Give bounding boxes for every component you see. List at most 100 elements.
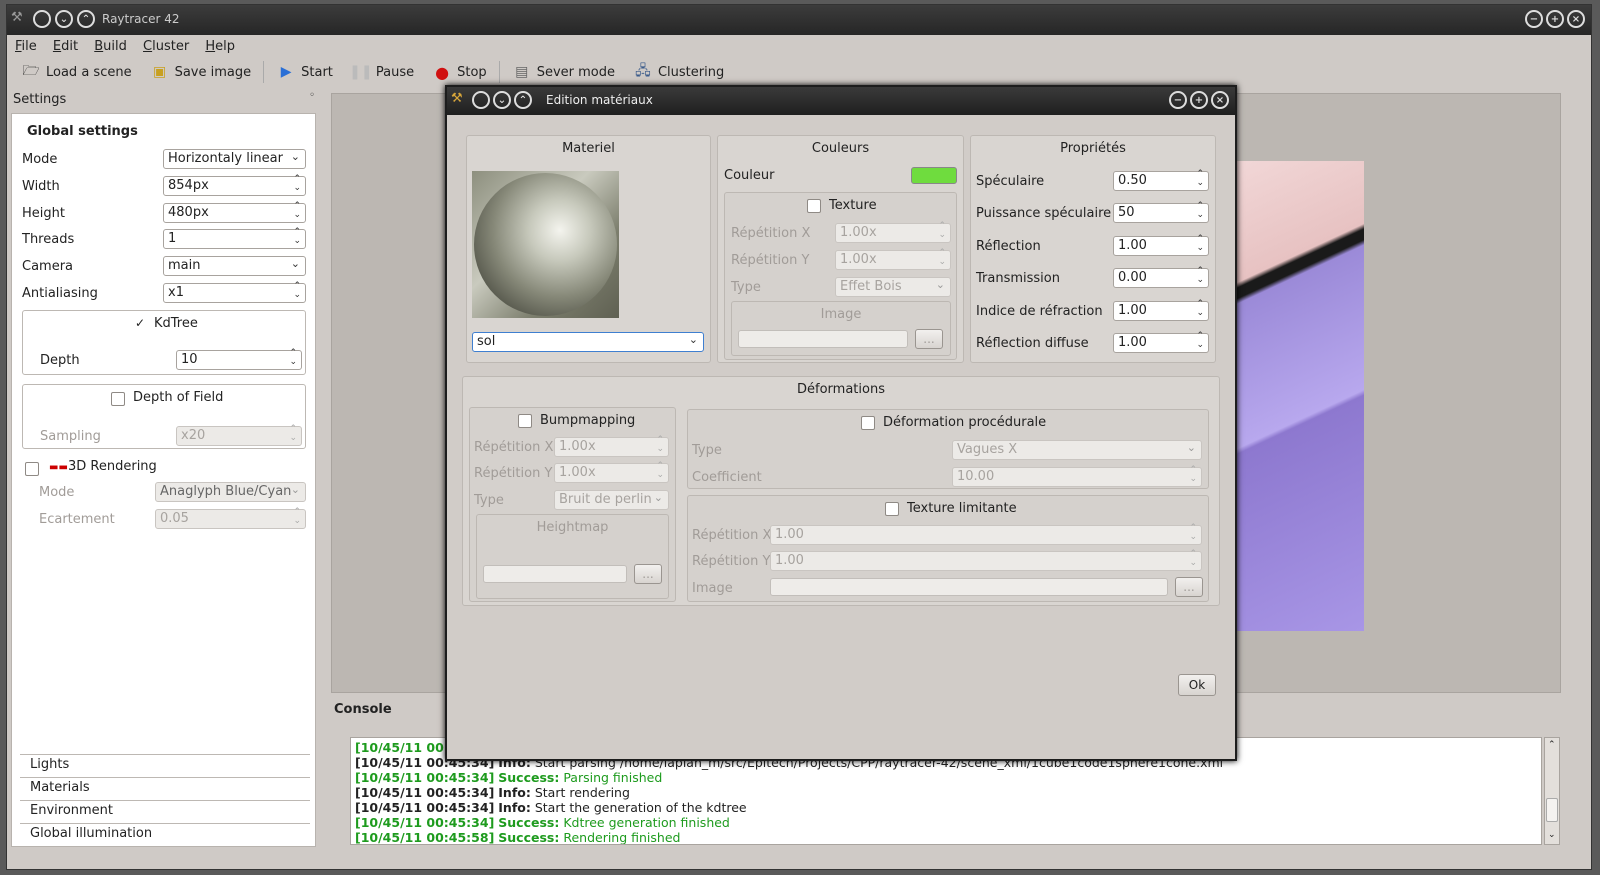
bump-repetition-x-spinbox[interactable]: 1.00x ⌃ ⌄ <box>554 436 669 457</box>
depth-spinbox[interactable]: 10 ⌃ ⌄ <box>176 349 302 370</box>
console-line: [10/45/11 00:45:34] Success: Kdtree gene… <box>355 815 730 830</box>
transmission-label: Transmission <box>976 271 1060 286</box>
texture-group: Texture Répétition X 1.00x ⌃ ⌄ Répétition … <box>724 192 957 360</box>
stop-label: Stop <box>457 64 487 80</box>
load-scene-button[interactable]: 🗁 Load a scene <box>15 63 138 81</box>
mode-select[interactable]: Horizontaly linear ⌄ <box>163 149 306 169</box>
3d-rendering-checkbox[interactable] <box>25 462 39 476</box>
window-menu-button[interactable] <box>33 10 51 28</box>
tab-environment[interactable]: Environment <box>20 800 310 823</box>
indice-refraction-spinbox[interactable]: 1.00 ⌃ ⌄ <box>1113 300 1209 321</box>
tlim-image-path-input[interactable] <box>770 578 1168 596</box>
render-image <box>1222 161 1364 631</box>
speculaire-spinbox[interactable]: 0.50 ⌃ ⌄ <box>1113 170 1209 191</box>
deformation-procedurale-checkbox[interactable] <box>861 416 875 430</box>
tab-global-illumination[interactable]: Global illumination <box>20 823 310 846</box>
pause-button[interactable]: ❚❚ Pause <box>345 63 420 81</box>
material-dialog: ⚒ ⌄ ⌃ Edition matériaux − + × Materiel s… <box>445 85 1237 761</box>
texture-limitante-checkbox[interactable] <box>885 502 899 516</box>
console-line: [10/45/11 00:45:34] Info: Start renderin… <box>355 785 630 800</box>
spin-arrows-icon: ⌃ ⌄ <box>1196 331 1204 350</box>
materiel-group: Materiel sol ⌄ <box>466 135 711 363</box>
clustering-button[interactable]: 🖧 Clustering <box>627 63 730 81</box>
deformation-procedurale-label: Déformation procédurale <box>883 415 1047 430</box>
menu-edit[interactable]: Edit <box>53 39 78 54</box>
camera-select[interactable]: main ⌄ <box>163 256 306 276</box>
texture-limitante-group: Texture limitante Répétition X 1.00 ⌃ ⌄ Ré… <box>687 495 1209 602</box>
coefficient-spinbox[interactable]: 10.00 ⌃ ⌄ <box>952 466 1202 487</box>
ok-button[interactable]: Ok <box>1178 674 1216 696</box>
kdtree-checkbox[interactable]: ✓ <box>133 317 147 331</box>
shade-button[interactable]: ⌃ <box>77 10 95 28</box>
heightmap-path-input[interactable] <box>483 565 627 583</box>
chevron-down-icon: ⌄ <box>290 483 300 496</box>
menu-file[interactable]: File <box>15 39 37 54</box>
tlim-repetition-y-spinbox[interactable]: 1.00 ⌃ ⌄ <box>770 550 1202 571</box>
texture-checkbox[interactable] <box>807 199 821 213</box>
menu-cluster[interactable]: Cluster <box>143 39 189 54</box>
menu-build[interactable]: Build <box>94 39 127 54</box>
minimize-window-button[interactable]: − <box>1169 91 1187 109</box>
browse-image-button[interactable]: ... <box>915 329 943 349</box>
threads-spinbox[interactable]: 1 ⌃ ⌄ <box>163 228 306 249</box>
spin-arrows-icon: ⌃ ⌄ <box>293 281 301 300</box>
indice-refraction-label: Indice de réfraction <box>976 304 1103 319</box>
antialiasing-spinbox[interactable]: x1 ⌃ ⌄ <box>163 281 306 303</box>
3d-mode-select[interactable]: Anaglyph Blue/Cyan ⌄ <box>155 482 306 502</box>
spin-arrows-icon: ⌃ ⌄ <box>293 201 301 220</box>
image-icon: ▣ <box>152 64 167 80</box>
menu-help[interactable]: Help <box>205 39 235 54</box>
minimize-window-button[interactable]: − <box>1525 10 1543 28</box>
color-swatch-button[interactable] <box>911 167 957 184</box>
puissance-speculaire-spinbox[interactable]: 50 ⌃ ⌄ <box>1113 201 1209 223</box>
proprietes-group: Propriétés Spéculaire 0.50 ⌃ ⌄ Puissance s… <box>970 135 1216 363</box>
stop-button[interactable]: ● Stop <box>426 63 493 82</box>
height-spinbox[interactable]: 480px ⌃ ⌄ <box>163 201 306 223</box>
reflection-diffuse-spinbox[interactable]: 1.00 ⌃ ⌄ <box>1113 331 1209 353</box>
minimize-button[interactable]: ⌄ <box>55 10 73 28</box>
bump-type-select[interactable]: Bruit de perlin ⌄ <box>554 490 669 510</box>
spin-arrows-icon: ⌃ ⌄ <box>656 461 664 480</box>
bump-repetition-y-label: Répétition Y <box>474 466 553 481</box>
reflection-spinbox[interactable]: 1.00 ⌃ ⌄ <box>1113 235 1209 256</box>
repetition-y-spinbox[interactable]: 1.00x ⌃ ⌄ <box>835 249 951 270</box>
tab-lights[interactable]: Lights <box>20 754 310 777</box>
maximize-window-button[interactable]: + <box>1546 10 1564 28</box>
depth-of-field-checkbox[interactable] <box>111 392 125 406</box>
texture-type-select[interactable]: Effet Bois ⌄ <box>835 277 951 297</box>
dock-close-icon[interactable]: ◦ <box>309 90 315 101</box>
material-select[interactable]: sol ⌄ <box>472 332 704 352</box>
image-path-input[interactable] <box>738 330 908 348</box>
chevron-down-icon[interactable]: ⌄ <box>1548 830 1556 840</box>
server-mode-button[interactable]: ▤ Sever mode <box>506 63 621 81</box>
tlim-repetition-x-spinbox[interactable]: 1.00 ⌃ ⌄ <box>770 524 1202 545</box>
bump-repetition-y-spinbox[interactable]: 1.00x ⌃ ⌄ <box>554 461 669 483</box>
start-button[interactable]: ▶ Start <box>270 63 339 81</box>
proc-type-select[interactable]: Vagues X ⌄ <box>952 440 1202 460</box>
close-window-button[interactable]: × <box>1567 10 1585 28</box>
width-spinbox[interactable]: 854px ⌃ ⌄ <box>163 175 306 196</box>
close-window-button[interactable]: × <box>1211 91 1229 109</box>
toolbar-separator <box>263 61 265 83</box>
maximize-window-button[interactable]: + <box>1190 91 1208 109</box>
transmission-spinbox[interactable]: 0.00 ⌃ ⌄ <box>1113 267 1209 288</box>
minimize-button[interactable]: ⌄ <box>493 91 511 109</box>
scrollbar-handle[interactable] <box>1546 798 1558 822</box>
proprietes-heading: Propriétés <box>1060 141 1126 156</box>
bumpmapping-label: Bumpmapping <box>540 413 636 428</box>
console-line: [10/45/11 00:45:58] Success: Rendering f… <box>355 830 681 845</box>
chevron-up-icon[interactable]: ⌃ <box>1548 740 1556 750</box>
window-menu-button[interactable] <box>472 91 490 109</box>
tab-materials[interactable]: Materials <box>20 777 310 800</box>
bumpmapping-checkbox[interactable] <box>518 414 532 428</box>
browse-heightmap-button[interactable]: ... <box>634 564 662 584</box>
width-label: Width <box>22 179 60 194</box>
browse-tlim-image-button[interactable]: ... <box>1175 577 1203 597</box>
repetition-x-spinbox[interactable]: 1.00x ⌃ ⌄ <box>835 222 951 243</box>
save-image-button[interactable]: ▣ Save image <box>144 63 258 81</box>
sampling-spinbox[interactable]: x20 ⌃ ⌄ <box>176 425 302 446</box>
ecartement-spinbox[interactable]: 0.05 ⌃ ⌄ <box>155 508 306 529</box>
spin-arrows-icon: ⌃ ⌄ <box>1196 201 1204 220</box>
shade-button[interactable]: ⌃ <box>514 91 532 109</box>
console-scrollbar[interactable]: ⌃ ⌄ <box>1544 737 1560 845</box>
